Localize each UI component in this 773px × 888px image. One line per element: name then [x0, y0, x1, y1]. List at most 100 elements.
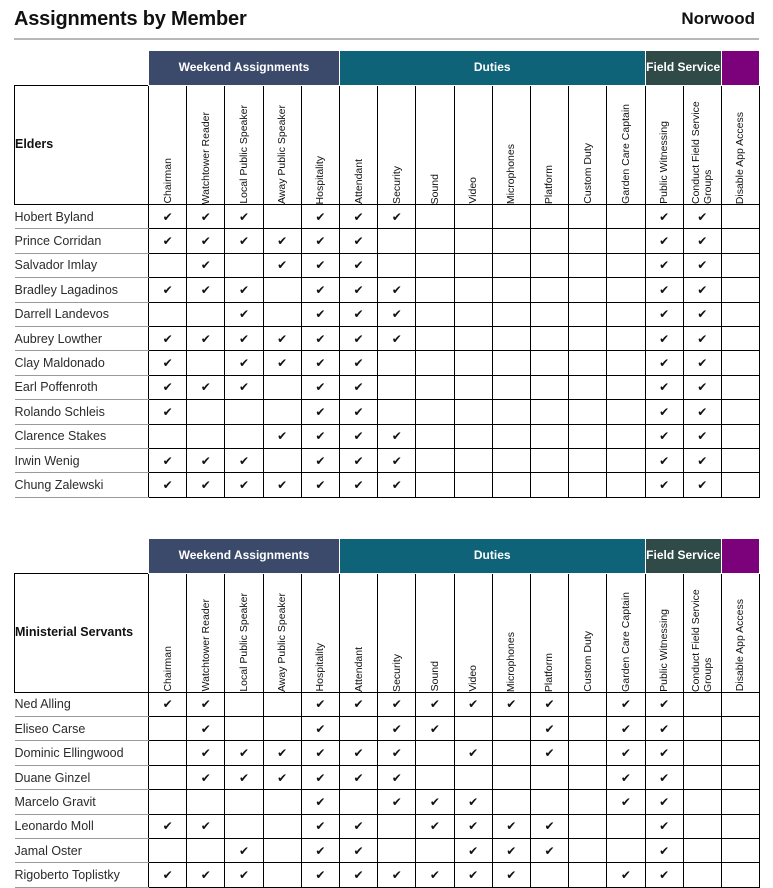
- cell-garden-care-captain[interactable]: ✔: [606, 423, 646, 449]
- cell-local-public-speaker[interactable]: ✔: [224, 277, 264, 303]
- cell-local-public-speaker[interactable]: ✔: [224, 691, 264, 718]
- cell-security[interactable]: ✔: [377, 862, 417, 888]
- cell-away-public-speaker[interactable]: ✔: [262, 374, 302, 401]
- table-row[interactable]: Aubrey Lowther✔✔✔✔✔✔✔✔✔✔✔✔✔✔✔✔: [14, 325, 761, 352]
- cell-platform[interactable]: ✔: [529, 862, 570, 888]
- table-row[interactable]: Prince Corridan✔✔✔✔✔✔✔✔✔✔✔✔✔✔✔✔: [14, 228, 761, 254]
- cell-disable-app-access[interactable]: ✔: [720, 764, 761, 791]
- cell-public-witnessing[interactable]: ✔: [644, 789, 684, 815]
- cell-garden-care-captain[interactable]: ✔: [606, 252, 646, 279]
- cell-video[interactable]: ✔: [453, 374, 493, 401]
- cell-microphones[interactable]: ✔: [491, 423, 531, 449]
- cell-attendant[interactable]: ✔: [338, 301, 379, 327]
- cell-attendant[interactable]: ✔: [338, 399, 379, 425]
- table-row[interactable]: Rigoberto Toplistky✔✔✔✔✔✔✔✔✔✔✔✔✔✔✔✔: [14, 862, 761, 888]
- cell-sound[interactable]: ✔: [415, 399, 455, 425]
- cell-attendant[interactable]: ✔: [338, 447, 379, 474]
- cell-hospitality[interactable]: ✔: [300, 350, 340, 376]
- cell-chairman[interactable]: ✔: [147, 716, 188, 742]
- cell-watchtower-reader[interactable]: ✔: [186, 350, 226, 376]
- cell-away-public-speaker[interactable]: ✔: [262, 691, 302, 718]
- cell-sound[interactable]: ✔: [415, 472, 455, 498]
- cell-hospitality[interactable]: ✔: [300, 277, 340, 303]
- cell-hospitality[interactable]: ✔: [300, 789, 340, 815]
- cell-video[interactable]: ✔: [453, 813, 493, 840]
- cell-platform[interactable]: ✔: [529, 813, 570, 840]
- cell-disable-app-access[interactable]: ✔: [720, 472, 761, 498]
- cell-local-public-speaker[interactable]: ✔: [224, 838, 264, 864]
- cell-garden-care-captain[interactable]: ✔: [606, 228, 646, 254]
- cell-attendant[interactable]: ✔: [338, 789, 379, 815]
- cell-public-witnessing[interactable]: ✔: [644, 838, 684, 864]
- cell-microphones[interactable]: ✔: [491, 277, 531, 303]
- cell-hospitality[interactable]: ✔: [300, 301, 340, 327]
- cell-public-witnessing[interactable]: ✔: [644, 301, 684, 327]
- cell-custom-duty[interactable]: ✔: [568, 691, 608, 718]
- cell-video[interactable]: ✔: [453, 350, 493, 376]
- cell-platform[interactable]: ✔: [529, 350, 570, 376]
- cell-sound[interactable]: ✔: [415, 813, 455, 840]
- cell-hospitality[interactable]: ✔: [300, 228, 340, 254]
- cell-watchtower-reader[interactable]: ✔: [186, 277, 226, 303]
- cell-platform[interactable]: ✔: [529, 838, 570, 864]
- cell-platform[interactable]: ✔: [529, 203, 570, 230]
- cell-local-public-speaker[interactable]: ✔: [224, 716, 264, 742]
- cell-chairman[interactable]: ✔: [147, 301, 188, 327]
- cell-platform[interactable]: ✔: [529, 374, 570, 401]
- cell-conduct-field-service-groups[interactable]: ✔: [682, 716, 722, 742]
- cell-public-witnessing[interactable]: ✔: [644, 862, 684, 888]
- cell-hospitality[interactable]: ✔: [300, 472, 340, 498]
- cell-video[interactable]: ✔: [453, 325, 493, 352]
- cell-garden-care-captain[interactable]: ✔: [606, 301, 646, 327]
- cell-public-witnessing[interactable]: ✔: [644, 203, 684, 230]
- cell-microphones[interactable]: ✔: [491, 716, 531, 742]
- cell-garden-care-captain[interactable]: ✔: [606, 472, 646, 498]
- cell-watchtower-reader[interactable]: ✔: [186, 764, 226, 791]
- cell-custom-duty[interactable]: ✔: [568, 252, 608, 279]
- cell-security[interactable]: ✔: [377, 472, 417, 498]
- cell-conduct-field-service-groups[interactable]: ✔: [682, 228, 722, 254]
- table-row[interactable]: Irwin Wenig✔✔✔✔✔✔✔✔✔✔✔✔✔✔✔✔: [14, 447, 761, 474]
- cell-sound[interactable]: ✔: [415, 228, 455, 254]
- cell-local-public-speaker[interactable]: ✔: [224, 764, 264, 791]
- cell-garden-care-captain[interactable]: ✔: [606, 447, 646, 474]
- cell-public-witnessing[interactable]: ✔: [644, 691, 684, 718]
- cell-chairman[interactable]: ✔: [147, 691, 188, 718]
- cell-attendant[interactable]: ✔: [338, 252, 379, 279]
- cell-watchtower-reader[interactable]: ✔: [186, 447, 226, 474]
- cell-garden-care-captain[interactable]: ✔: [606, 691, 646, 718]
- cell-custom-duty[interactable]: ✔: [568, 374, 608, 401]
- cell-local-public-speaker[interactable]: ✔: [224, 399, 264, 425]
- table-row[interactable]: Hobert Byland✔✔✔✔✔✔✔✔✔✔✔✔✔✔✔✔: [14, 203, 761, 230]
- cell-watchtower-reader[interactable]: ✔: [186, 691, 226, 718]
- table-row[interactable]: Salvador Imlay✔✔✔✔✔✔✔✔✔✔✔✔✔✔✔✔: [14, 252, 761, 279]
- cell-local-public-speaker[interactable]: ✔: [224, 472, 264, 498]
- cell-microphones[interactable]: ✔: [491, 301, 531, 327]
- cell-security[interactable]: ✔: [377, 350, 417, 376]
- cell-conduct-field-service-groups[interactable]: ✔: [682, 838, 722, 864]
- cell-video[interactable]: ✔: [453, 764, 493, 791]
- cell-conduct-field-service-groups[interactable]: ✔: [682, 447, 722, 474]
- cell-custom-duty[interactable]: ✔: [568, 764, 608, 791]
- cell-chairman[interactable]: ✔: [147, 423, 188, 449]
- cell-sound[interactable]: ✔: [415, 838, 455, 864]
- table-row[interactable]: Leonardo Moll✔✔✔✔✔✔✔✔✔✔✔✔✔✔✔✔: [14, 813, 761, 840]
- cell-disable-app-access[interactable]: ✔: [720, 301, 761, 327]
- cell-away-public-speaker[interactable]: ✔: [262, 447, 302, 474]
- cell-disable-app-access[interactable]: ✔: [720, 862, 761, 888]
- cell-microphones[interactable]: ✔: [491, 447, 531, 474]
- cell-security[interactable]: ✔: [377, 423, 417, 449]
- cell-watchtower-reader[interactable]: ✔: [186, 789, 226, 815]
- cell-garden-care-captain[interactable]: ✔: [606, 764, 646, 791]
- cell-conduct-field-service-groups[interactable]: ✔: [682, 399, 722, 425]
- cell-disable-app-access[interactable]: ✔: [720, 813, 761, 840]
- cell-conduct-field-service-groups[interactable]: ✔: [682, 301, 722, 327]
- cell-chairman[interactable]: ✔: [147, 764, 188, 791]
- cell-conduct-field-service-groups[interactable]: ✔: [682, 740, 722, 766]
- table-row[interactable]: Ned Alling✔✔✔✔✔✔✔✔✔✔✔✔✔✔✔✔: [14, 691, 761, 718]
- cell-custom-duty[interactable]: ✔: [568, 447, 608, 474]
- cell-chairman[interactable]: ✔: [147, 472, 188, 498]
- cell-hospitality[interactable]: ✔: [300, 740, 340, 766]
- cell-public-witnessing[interactable]: ✔: [644, 252, 684, 279]
- cell-garden-care-captain[interactable]: ✔: [606, 813, 646, 840]
